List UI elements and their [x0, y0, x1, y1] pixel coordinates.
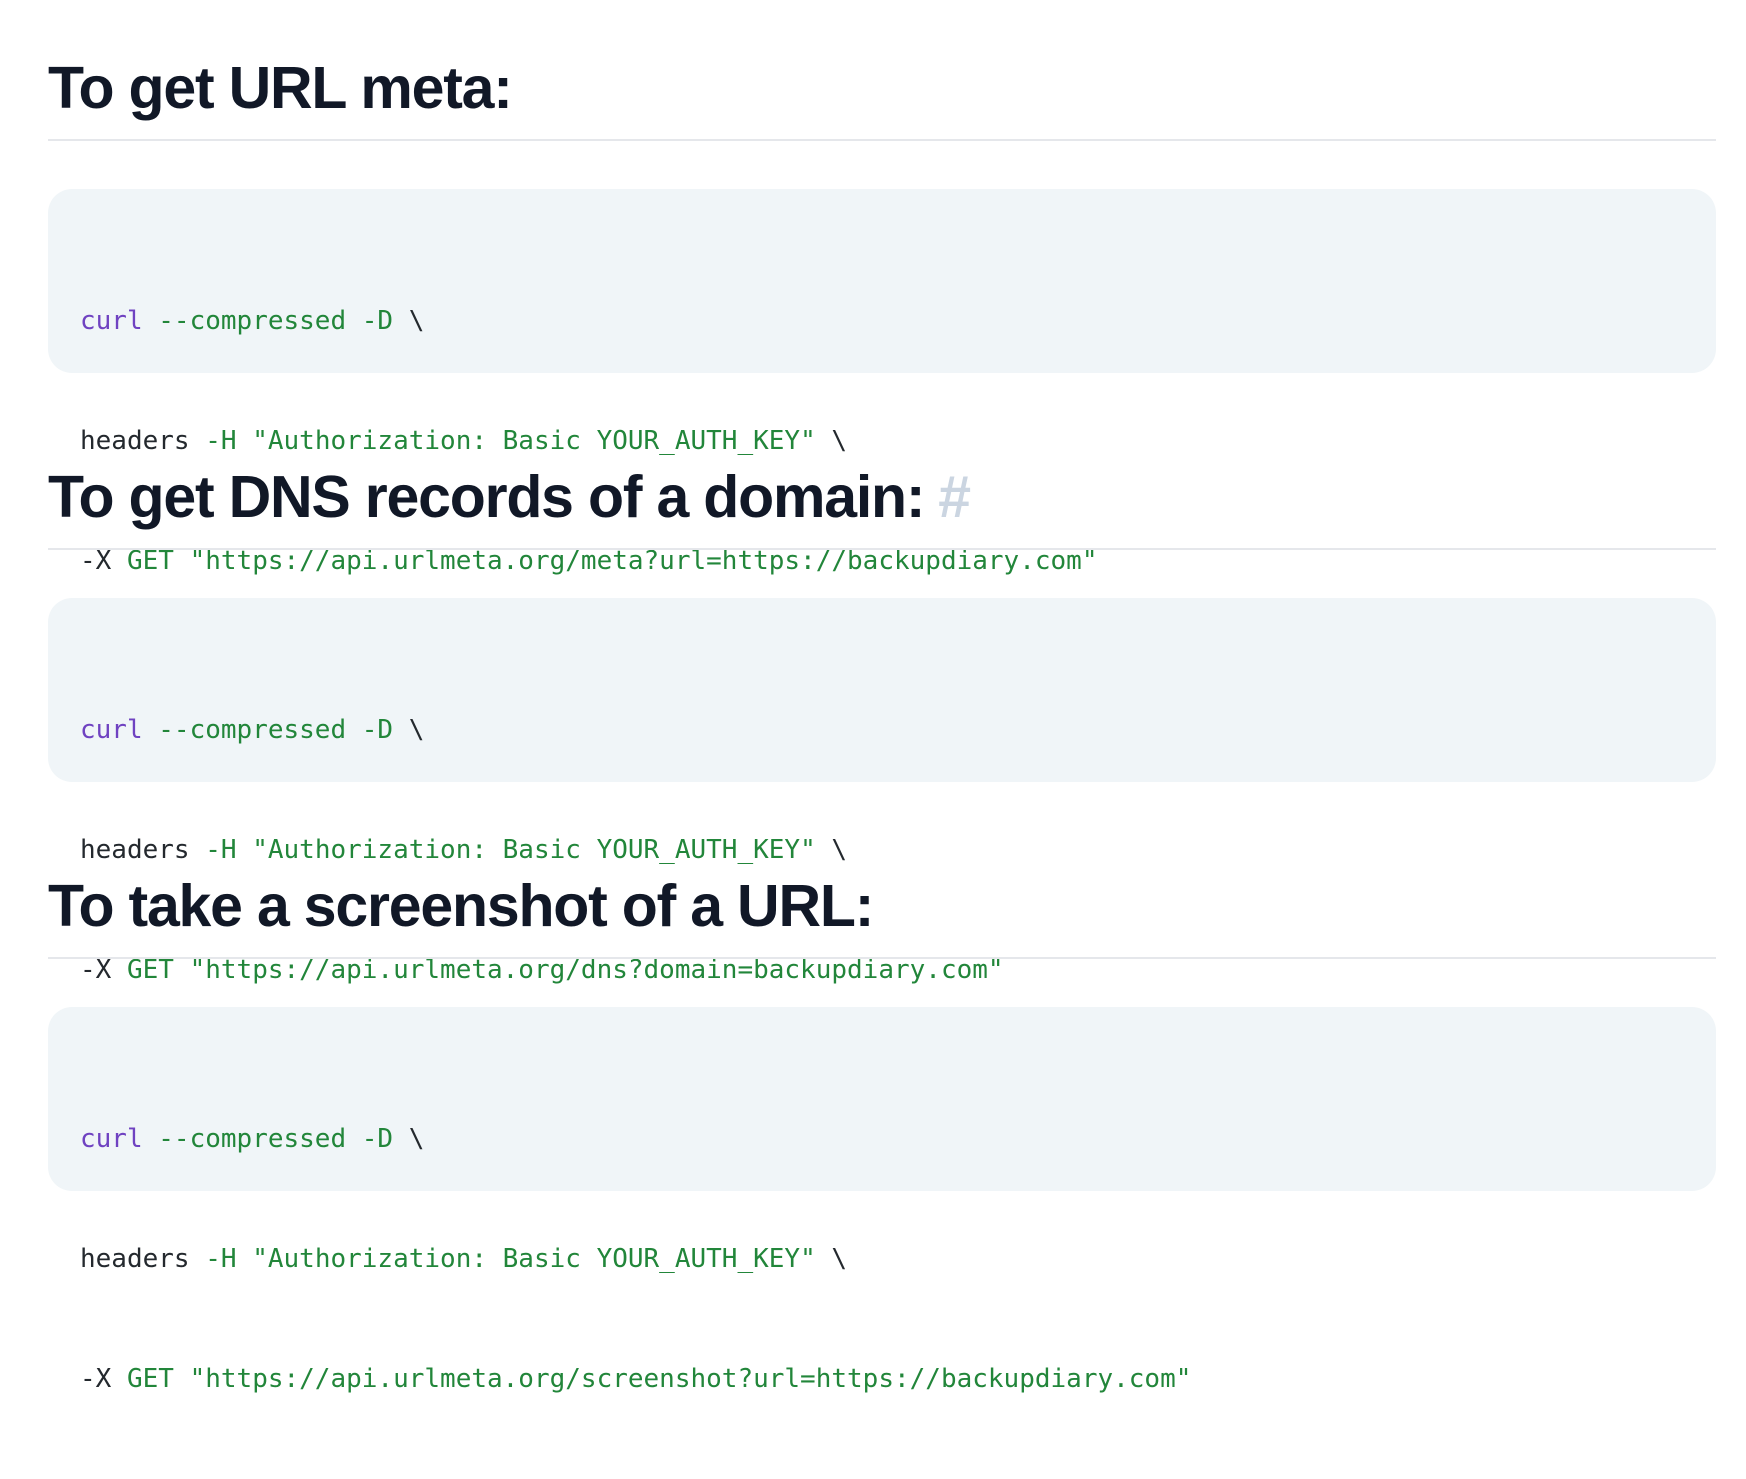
code-line: -X GET "https://api.urlmeta.org/screensh…	[80, 1359, 1684, 1399]
code-flag: -H	[205, 1244, 237, 1274]
code-string: GET "https://api.urlmeta.org/screenshot?…	[126, 1364, 1192, 1394]
code-command: curl	[80, 715, 143, 745]
code-plain: -X	[80, 1364, 127, 1394]
code-string: "Authorization: Basic YOUR_AUTH_KEY"	[236, 1244, 816, 1274]
section-heading-text: To get URL meta:	[48, 55, 513, 121]
section-heading: To take a screenshot of a URL:	[48, 818, 1716, 959]
section-screenshot: To take a screenshot of a URL: curl --co…	[48, 818, 1716, 1394]
section-dns-records: To get DNS records of a domain: # curl --…	[48, 409, 1716, 985]
section-heading: To get URL meta:	[48, 0, 1716, 141]
code-block[interactable]: curl --compressed -D \ headers -H "Autho…	[48, 598, 1716, 985]
code-block[interactable]: curl --compressed -D \ headers -H "Autho…	[48, 189, 1716, 576]
code-continuation: \	[393, 715, 425, 745]
code-line: curl --compressed -D \	[80, 710, 1684, 750]
code-flags: --compressed -D	[142, 306, 394, 336]
docs-content: To get URL meta: curl --compressed -D \ …	[48, 0, 1716, 1394]
section-heading: To get DNS records of a domain: #	[48, 409, 1716, 550]
code-command: curl	[80, 1124, 143, 1154]
section-heading-text: To take a screenshot of a URL:	[48, 873, 874, 939]
code-flags: --compressed -D	[142, 715, 394, 745]
code-command: curl	[80, 306, 143, 336]
code-block[interactable]: curl --compressed -D \ headers -H "Autho…	[48, 1007, 1716, 1394]
section-url-meta: To get URL meta: curl --compressed -D \ …	[48, 0, 1716, 576]
code-line: curl --compressed -D \	[80, 1119, 1684, 1159]
anchor-link-icon[interactable]: #	[938, 464, 971, 530]
code-plain: headers	[80, 1244, 206, 1274]
code-line: headers -H "Authorization: Basic YOUR_AU…	[80, 1239, 1684, 1279]
code-line: curl --compressed -D \	[80, 301, 1684, 341]
section-heading-text: To get DNS records of a domain:	[48, 464, 925, 530]
code-continuation: \	[393, 1124, 425, 1154]
code-continuation: \	[815, 1244, 848, 1274]
code-continuation: \	[393, 306, 425, 336]
code-flags: --compressed -D	[142, 1124, 394, 1154]
